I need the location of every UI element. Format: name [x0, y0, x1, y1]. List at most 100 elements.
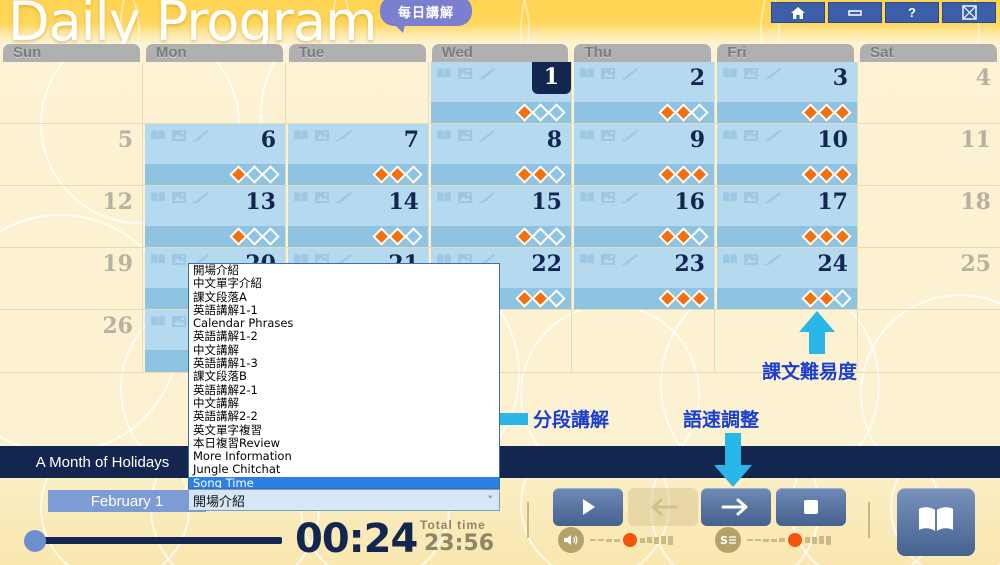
- calendar-day-2[interactable]: 2: [572, 62, 715, 123]
- diamond-empty-icon: [547, 165, 566, 184]
- dropdown-option[interactable]: More Information: [189, 449, 499, 463]
- day-number: 26: [102, 313, 133, 339]
- calendar-day-13[interactable]: 13: [143, 186, 286, 247]
- pencil-icon: [764, 129, 782, 142]
- diamond-filled-icon: [833, 165, 852, 184]
- minimize-button[interactable]: [828, 2, 882, 23]
- dropdown-option[interactable]: 課文段落B: [189, 370, 499, 384]
- day-number: 10: [817, 127, 848, 153]
- calendar-day-4[interactable]: 4: [858, 62, 1000, 123]
- dropdown-option[interactable]: Calendar Phrases: [189, 316, 499, 330]
- book-icon: [436, 67, 452, 80]
- progress-knob[interactable]: [24, 530, 46, 552]
- speed-track[interactable]: [747, 533, 831, 547]
- calendar-day-19[interactable]: 19: [0, 248, 143, 309]
- previous-button[interactable]: [628, 488, 698, 526]
- picture-icon: [743, 191, 759, 204]
- annotation-segments-label: 分段講解: [533, 409, 610, 431]
- progress-track[interactable]: [34, 537, 282, 544]
- day-content-icons: [579, 129, 639, 142]
- calendar-day-14[interactable]: 14: [286, 186, 429, 247]
- stop-button[interactable]: [776, 488, 846, 526]
- day-content-icons: [579, 253, 639, 266]
- dropdown-option[interactable]: 英語講解2-1: [189, 383, 499, 397]
- home-button[interactable]: [771, 2, 825, 23]
- volume-slider[interactable]: [558, 527, 673, 553]
- day-content-icons: [293, 191, 353, 204]
- calendar-day-25[interactable]: 25: [858, 248, 1000, 309]
- pencil-icon: [621, 67, 639, 80]
- calendar-day-9[interactable]: 9: [572, 124, 715, 185]
- dropdown-option[interactable]: 英文單字複習: [189, 423, 499, 437]
- calendar-day-1[interactable]: 1: [429, 62, 572, 123]
- diamond-filled-icon: [690, 289, 709, 308]
- calendar-day-5[interactable]: 5: [0, 124, 143, 185]
- volume-track[interactable]: [590, 533, 673, 547]
- date-button[interactable]: February 1: [48, 490, 206, 512]
- book-icon: [293, 129, 309, 142]
- pencil-icon: [621, 129, 639, 142]
- calendar-day-10[interactable]: 10: [715, 124, 858, 185]
- calendar-day-23[interactable]: 23: [572, 248, 715, 309]
- segment-select[interactable]: 開場介紹 ˅: [188, 489, 500, 511]
- calendar-day-24[interactable]: 24: [715, 248, 858, 309]
- dropdown-option[interactable]: 開場介紹: [189, 264, 499, 277]
- calendar-day-17[interactable]: 17: [715, 186, 858, 247]
- dropdown-option[interactable]: 英語講解2-2: [189, 409, 499, 423]
- day-number: 22: [531, 251, 562, 277]
- close-button[interactable]: [942, 2, 996, 23]
- close-x-box-icon: [961, 5, 977, 20]
- dropdown-option[interactable]: 英語講解1-3: [189, 356, 499, 370]
- dropdown-option[interactable]: 中文講解: [189, 396, 499, 410]
- dropdown-option[interactable]: 中文單字介紹: [189, 276, 499, 290]
- calendar-day-empty: [858, 310, 1000, 372]
- book-icon: [579, 191, 595, 204]
- calendar-day-26[interactable]: 26: [0, 310, 143, 372]
- next-button[interactable]: [701, 488, 771, 526]
- calendar-weeks: 1234567891011121314151617181920212223242…: [0, 62, 1000, 446]
- calendar-day-6[interactable]: 6: [143, 124, 286, 185]
- page-title: Daily Program: [8, 0, 378, 44]
- dropdown-option[interactable]: Song Time: [189, 476, 499, 488]
- calendar-day-11[interactable]: 11: [858, 124, 1000, 185]
- calendar-day-8[interactable]: 8: [429, 124, 572, 185]
- dropdown-option[interactable]: 課文段落A: [189, 290, 499, 304]
- speed-knob[interactable]: [788, 533, 802, 547]
- picture-icon: [171, 129, 187, 142]
- picture-icon: [171, 315, 187, 328]
- play-button[interactable]: [553, 488, 623, 526]
- textbook-button[interactable]: [897, 488, 975, 556]
- day-number: 19: [102, 251, 133, 277]
- calendar-day-empty: [143, 62, 286, 123]
- dropdown-option[interactable]: Jungle Chitchat: [189, 463, 499, 477]
- calendar-day-7[interactable]: 7: [286, 124, 429, 185]
- diamond-filled-icon: [833, 227, 852, 246]
- help-button[interactable]: ?: [885, 2, 939, 23]
- album-title: A Month of Holidays: [35, 453, 170, 471]
- pencil-icon: [621, 191, 639, 204]
- dropdown-option[interactable]: 英語講解1-1: [189, 303, 499, 317]
- arrow-right-icon: [721, 497, 751, 517]
- segment-dropdown-list[interactable]: 開場介紹 中文單字介紹 課文段落A 英語講解1-1 Calendar Phrases 英語…: [188, 263, 500, 489]
- picture-icon: [171, 191, 187, 204]
- dropdown-option[interactable]: 英語講解1-2: [189, 330, 499, 344]
- volume-knob[interactable]: [623, 533, 637, 547]
- calendar-day-18[interactable]: 18: [858, 186, 1000, 247]
- difficulty-rating: [658, 103, 709, 122]
- day-number: 7: [403, 127, 419, 153]
- calendar-day-empty: [572, 310, 715, 372]
- picture-icon: [600, 67, 616, 80]
- dropdown-option[interactable]: 中文講解: [189, 343, 499, 357]
- book-icon: [722, 129, 738, 142]
- picture-icon: [457, 191, 473, 204]
- picture-icon: [600, 191, 616, 204]
- diamond-empty-icon: [547, 227, 566, 246]
- dropdown-option[interactable]: 本日複習Review: [189, 436, 499, 450]
- calendar-day-12[interactable]: 12: [0, 186, 143, 247]
- calendar-day-15[interactable]: 15: [429, 186, 572, 247]
- daily-program-window: Daily Program 每日講解 ? Sun Mon Tue Wed Thu…: [0, 0, 1000, 565]
- calendar-day-16[interactable]: 16: [572, 186, 715, 247]
- speed-slider[interactable]: S: [715, 527, 831, 553]
- calendar-day-3[interactable]: 3: [715, 62, 858, 123]
- progress-slider[interactable]: [24, 530, 284, 552]
